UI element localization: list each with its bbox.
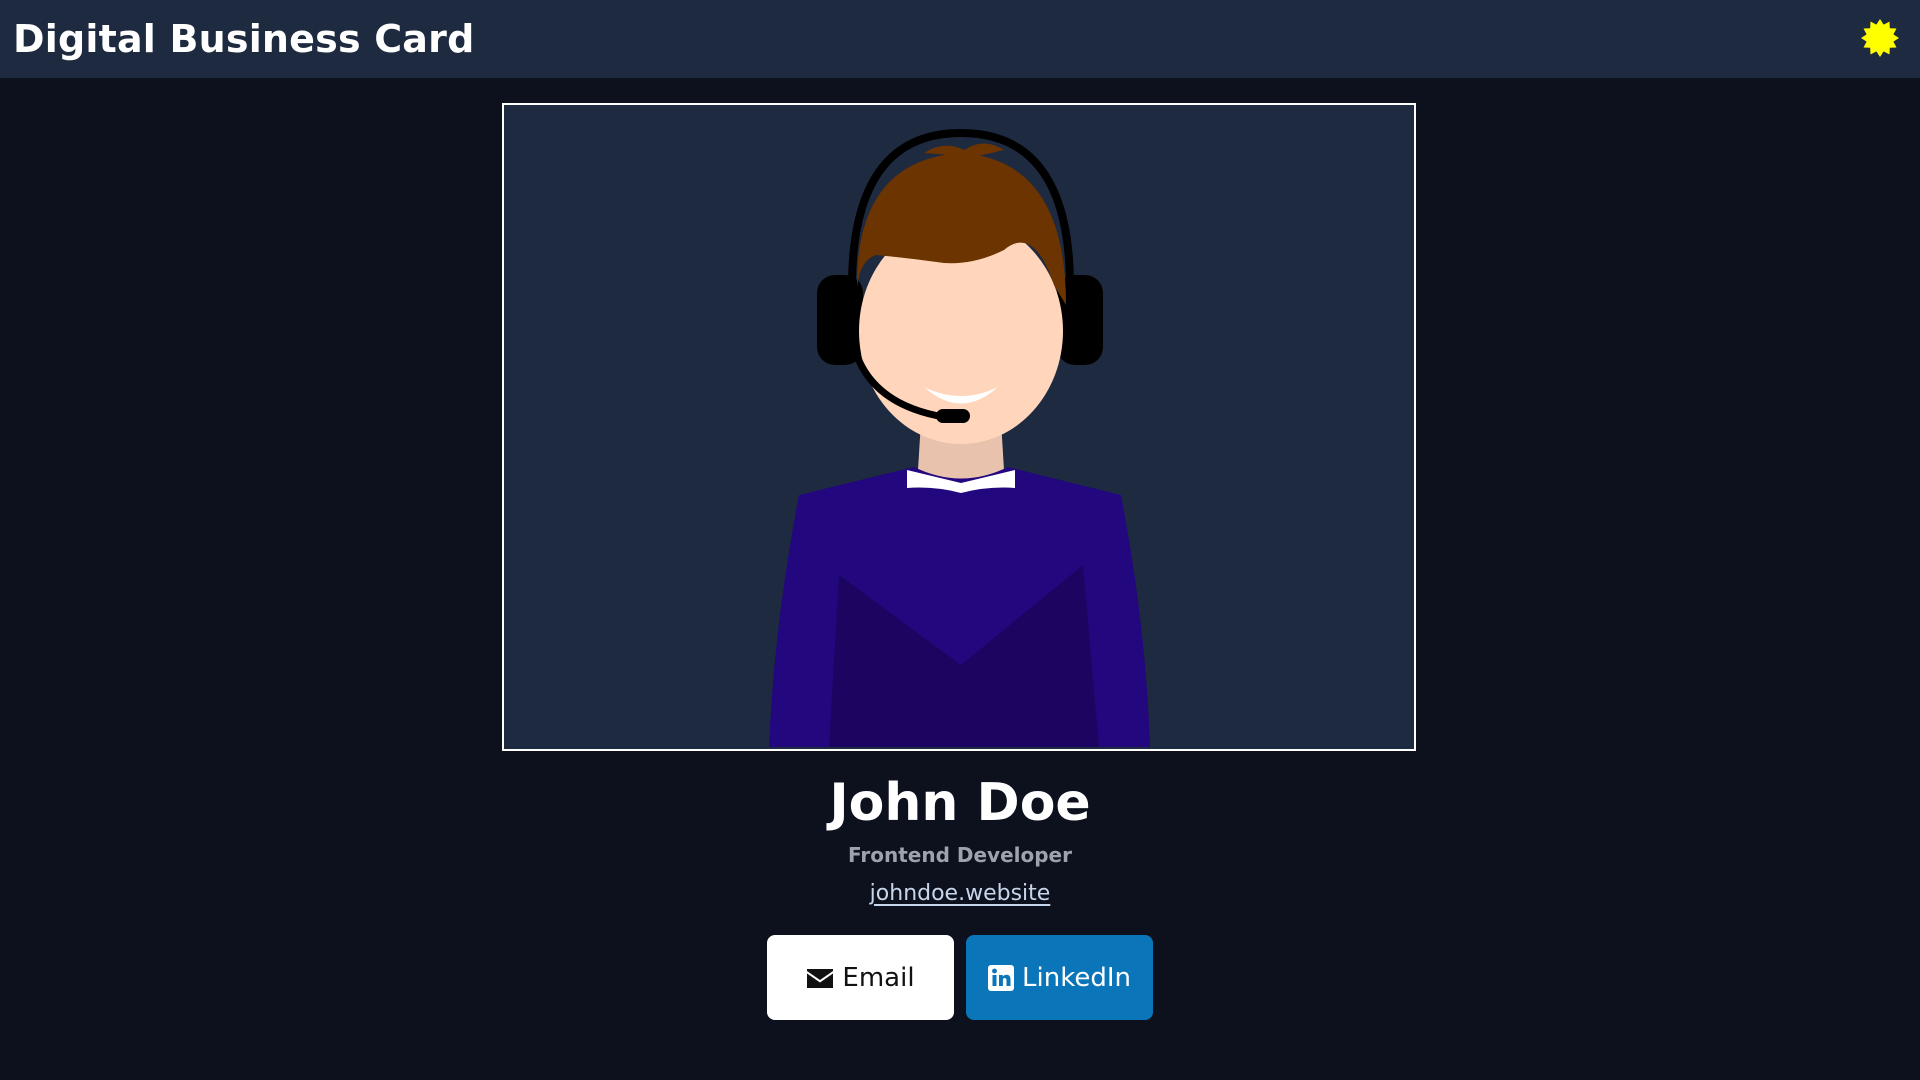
email-button[interactable]: Email — [767, 935, 954, 1020]
profile-photo — [502, 103, 1416, 751]
linkedin-button-label: LinkedIn — [1022, 962, 1131, 993]
profile-role: Frontend Developer — [848, 843, 1072, 867]
envelope-icon — [807, 968, 834, 988]
profile-name: John Doe — [829, 773, 1091, 833]
person-with-headset-illustration — [769, 128, 1150, 747]
linkedin-button[interactable]: LinkedIn — [966, 935, 1153, 1020]
linkedin-icon — [988, 964, 1015, 991]
theme-toggle-button[interactable] — [1860, 18, 1900, 58]
sun-icon — [1861, 19, 1899, 57]
app-title: Digital Business Card — [13, 17, 475, 61]
email-button-label: Email — [842, 962, 915, 993]
website-container: johndoe.website — [0, 880, 1920, 909]
app-header: Digital Business Card — [0, 0, 1920, 78]
website-link[interactable]: johndoe.website — [870, 881, 1051, 906]
